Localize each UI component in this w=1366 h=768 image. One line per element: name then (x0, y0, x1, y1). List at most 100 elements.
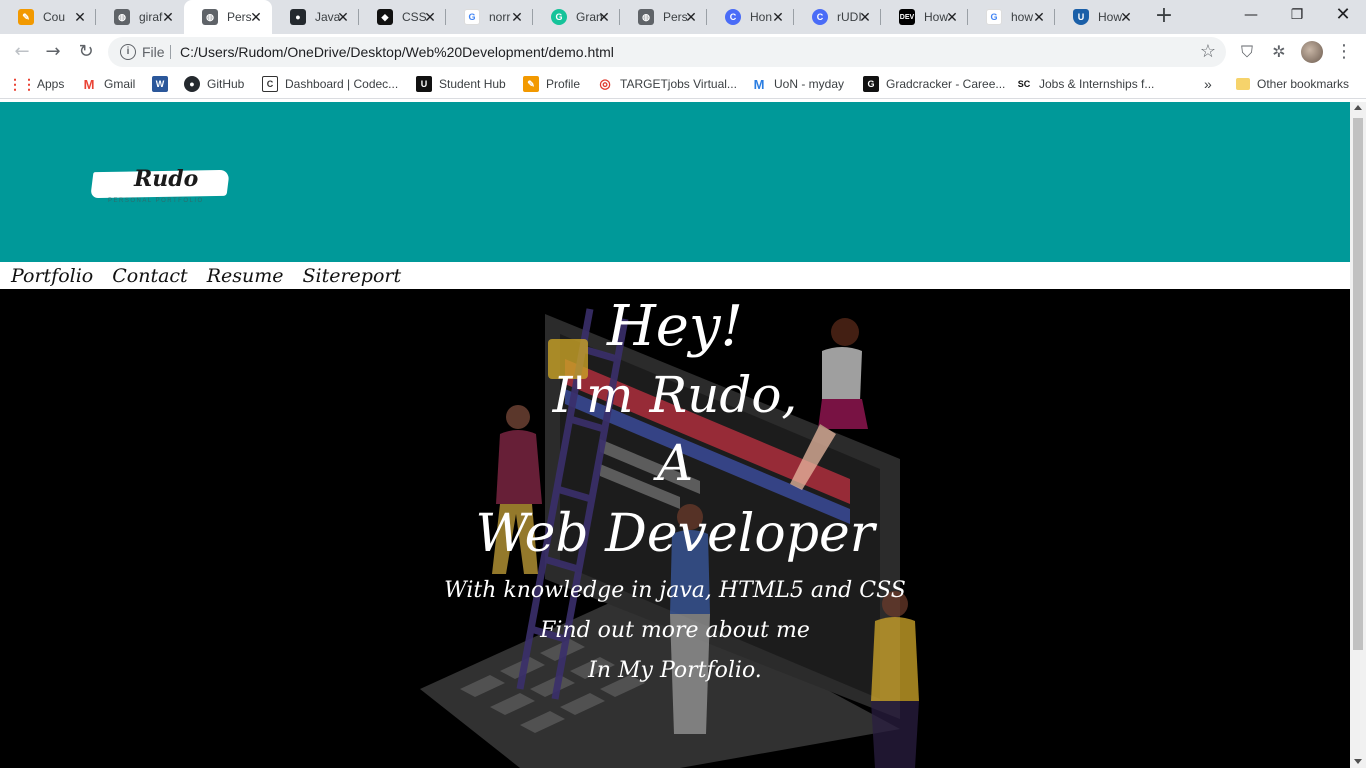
nav-link-contact[interactable]: Contact (112, 265, 187, 287)
bookmark-profile[interactable]: ✎ Profile (523, 76, 580, 92)
tab[interactable]: ◆ CSS ✕ (359, 0, 446, 34)
bookmark-gmail[interactable]: M Gmail (81, 76, 136, 92)
minimize-button[interactable]: — (1228, 0, 1274, 30)
tab[interactable]: U How ✕ (1055, 0, 1142, 34)
tab[interactable]: ◍ Pers ✕ (620, 0, 707, 34)
tab-active[interactable]: ◍ Pers ✕ (184, 0, 272, 34)
bookmark-label: Gradcracker - Caree... (886, 77, 1006, 91)
uon-icon: M (753, 76, 765, 92)
address-divider (170, 45, 171, 59)
tab[interactable]: DEV How ✕ (881, 0, 968, 34)
bookmarks-overflow-button[interactable]: » (1204, 76, 1212, 92)
bookmark-github[interactable]: ● GitHub (184, 76, 244, 92)
scroll-down-arrow-icon[interactable] (1354, 759, 1362, 764)
window-close-button[interactable]: ✕ (1320, 0, 1366, 30)
close-icon[interactable]: ✕ (944, 9, 960, 25)
tab[interactable]: ◍ giraf ✕ (96, 0, 184, 34)
bookmark-sc[interactable]: SC Jobs & Internships f... (1016, 76, 1155, 92)
google-icon: G (986, 9, 1002, 25)
url-scheme: File (142, 44, 165, 60)
apps-grid-icon: ⋮⋮ (8, 75, 36, 92)
logo-name: Rudo (134, 166, 199, 192)
page-scrollbar[interactable] (1350, 102, 1366, 768)
close-icon[interactable]: ✕ (72, 9, 88, 25)
bookmark-label: Dashboard | Codec... (285, 77, 399, 91)
bookmarks-bar: ⋮⋮ Apps M Gmail W ● GitHub C Dashboard |… (0, 70, 1366, 99)
nav-link-resume[interactable]: Resume (207, 265, 284, 287)
scroll-up-arrow-icon[interactable] (1354, 105, 1362, 110)
dev-icon: DEV (899, 9, 915, 25)
codepen-icon: ◆ (377, 9, 393, 25)
back-icon[interactable]: ← (10, 40, 34, 64)
bookmark-label: Student Hub (439, 77, 506, 91)
scrollbar-thumb[interactable] (1353, 118, 1363, 650)
site-nav: Portfolio Contact Resume Sitereport (0, 262, 1350, 289)
tab[interactable]: C Hon ✕ (707, 0, 794, 34)
tab[interactable]: G Gran ✕ (533, 0, 620, 34)
site-header: Rudo PERSONAL PORTFOLIO (0, 102, 1350, 262)
hero-greeting: Hey! (606, 294, 744, 359)
reload-icon[interactable]: ↻ (74, 40, 98, 64)
close-icon[interactable]: ✕ (248, 9, 264, 25)
nav-link-portfolio[interactable]: Portfolio (11, 265, 93, 287)
hero-portfolio-link[interactable]: In My Portfolio. (0, 656, 1350, 686)
bookmark-star-icon[interactable]: ☆ (1200, 41, 1216, 62)
bookmark-gradcracker[interactable]: G Gradcracker - Caree... (863, 76, 1005, 92)
close-icon[interactable]: ✕ (857, 9, 873, 25)
shield-extension-icon[interactable]: ⛉ (1237, 42, 1257, 62)
bookmark-studenthub[interactable]: U Student Hub (416, 76, 506, 92)
new-tab-button[interactable]: + (1152, 5, 1176, 29)
github-icon: ● (184, 76, 200, 92)
close-icon[interactable]: ✕ (683, 9, 699, 25)
studenthub-icon: U (416, 76, 432, 92)
other-bookmarks[interactable]: Other bookmarks (1236, 76, 1349, 92)
kebab-menu-icon[interactable]: ⋮ (1334, 42, 1354, 62)
bookmark-label: Jobs & Internships f... (1039, 77, 1155, 91)
pencil-icon: ✎ (523, 76, 539, 92)
bookmark-targetjobs[interactable]: ◎ TARGETjobs Virtual... (597, 76, 737, 92)
bookmark-apps[interactable]: ⋮⋮ Apps (8, 75, 65, 92)
hero-cta-text: Find out more about me (540, 618, 810, 643)
bookmark-label: Other bookmarks (1257, 77, 1350, 91)
bookmark-label: Apps (37, 77, 65, 91)
tab[interactable]: ● Java ✕ (272, 0, 359, 34)
hero-section: Hey! I'm Rudo, A Web Developer With know… (0, 289, 1350, 768)
gradcracker-icon: G (863, 76, 879, 92)
pencil-icon: ✎ (18, 9, 34, 25)
tab-title: Cou (43, 10, 66, 24)
close-icon[interactable]: ✕ (335, 9, 351, 25)
grammarly-icon: G (551, 9, 567, 25)
close-icon[interactable]: ✕ (596, 9, 612, 25)
tab[interactable]: G norr ✕ (446, 0, 533, 34)
google-icon: G (464, 9, 480, 25)
hero-role: Web Developer (475, 504, 875, 564)
close-icon[interactable]: ✕ (770, 9, 786, 25)
tab[interactable]: ✎ Cou ✕ (0, 0, 96, 34)
tab[interactable]: G how ✕ (968, 0, 1055, 34)
restore-button[interactable]: ❐ (1274, 0, 1320, 30)
close-icon[interactable]: ✕ (1031, 9, 1047, 25)
address-bar[interactable]: i File C:/Users/Rudom/OneDrive/Desktop/W… (108, 37, 1226, 67)
bookmark-label: GitHub (207, 77, 245, 91)
url-text[interactable]: C:/Users/Rudom/OneDrive/Desktop/Web%20De… (180, 44, 614, 60)
forward-icon[interactable]: → (41, 40, 65, 64)
folder-icon (1236, 78, 1250, 90)
bookmark-uon[interactable]: M UoN - myday (751, 76, 844, 92)
extensions-puzzle-icon[interactable]: ✲ (1269, 42, 1289, 62)
targetjobs-icon: ◎ (599, 76, 611, 91)
close-icon[interactable]: ✕ (1118, 9, 1134, 25)
bookmark-codecademy[interactable]: C Dashboard | Codec... (262, 76, 398, 92)
word-icon: W (152, 76, 168, 92)
tab-strip: ✎ Cou ✕ ◍ giraf ✕ ◍ Pers ✕ ● Java ✕ ◆ CS… (0, 0, 1366, 34)
close-icon[interactable]: ✕ (509, 9, 525, 25)
close-icon[interactable]: ✕ (422, 9, 438, 25)
profile-avatar[interactable] (1301, 41, 1323, 63)
bookmark-label: Profile (546, 77, 581, 91)
info-icon[interactable]: i (120, 44, 136, 60)
site-logo[interactable]: Rudo PERSONAL PORTFOLIO (90, 166, 230, 208)
nav-link-sitereport[interactable]: Sitereport (303, 265, 402, 287)
close-icon[interactable]: ✕ (160, 9, 176, 25)
sc-icon: SC (1017, 79, 1031, 89)
tab[interactable]: C rUDI ✕ (794, 0, 881, 34)
bookmark-word[interactable]: W (152, 76, 175, 92)
